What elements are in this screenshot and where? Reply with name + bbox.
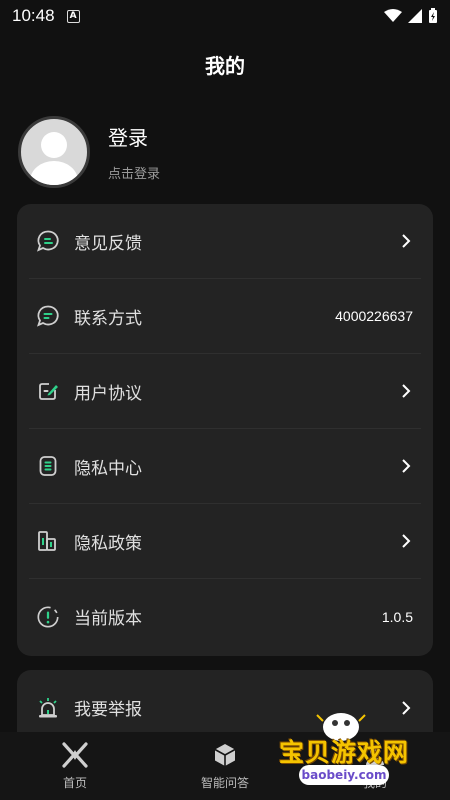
version-number: 1.0.5 [381,608,413,625]
login-subtitle[interactable]: 点击登录 [108,163,160,182]
cube-icon [214,743,236,766]
feedback-chat-icon [36,229,60,253]
chevron-right-icon [399,384,413,398]
profile-icon [366,745,384,765]
default-avatar-icon [30,132,78,185]
profile-header[interactable]: 登录 点击登录 [18,116,160,188]
nav-item-smart-qa[interactable]: 智能问答 [170,742,280,791]
home-logo-icon [62,741,88,768]
alarm-siren-icon [36,696,60,720]
notification-icon: A [66,9,80,23]
signal-icon [408,9,422,23]
chevron-right-icon [399,534,413,548]
page-title: 我的 [205,54,245,78]
menu-item-privacy-policy[interactable]: 隐私政策 [29,504,421,579]
menu-label-report: 我要举报 [74,700,142,720]
status-time: 10:48 [12,6,55,25]
menu-label-version: 当前版本 [74,609,142,629]
chevron-right-icon [399,700,413,715]
menu-item-user-agreement[interactable]: 用户协议 [29,354,421,429]
status-bar: 10:48 A [0,0,450,32]
menu-label-privacy-center: 隐私中心 [74,458,142,479]
chevron-right-icon [399,234,413,248]
nav-item-mine[interactable]: 我的 [320,742,430,791]
menu-label-contact: 联系方式 [74,308,142,329]
nav-label-mine: 我的 [362,775,387,790]
chevron-right-icon [399,459,413,473]
policy-building-icon [36,529,60,553]
login-title[interactable]: 登录 [108,122,160,151]
status-icons [384,8,438,24]
nav-label-smart-qa: 智能问答 [200,775,249,790]
battery-icon [429,8,437,23]
chat-bubble-icon [36,304,60,328]
edit-document-icon [36,379,60,403]
menu-item-contact[interactable]: 联系方式 4000226637 [29,279,421,354]
menu-label-user-agreement: 用户协议 [74,383,142,404]
menu-label-feedback: 意见反馈 [74,233,142,254]
nav-item-home[interactable]: 首页 [20,741,130,791]
menu-item-version[interactable]: 当前版本 1.0.5 [29,579,421,654]
menu-label-privacy-policy: 隐私政策 [74,533,142,554]
bottom-nav: 首页 智能问答 我的 [0,732,450,800]
info-alert-icon [36,605,60,629]
avatar[interactable] [18,116,90,188]
privacy-list-icon [36,454,60,478]
settings-card: 意见反馈 联系方式 4000226637 用户协议 隐私中心 隐私政策 当前版本… [17,204,433,656]
menu-item-feedback[interactable]: 意见反馈 [29,204,421,279]
menu-item-privacy-center[interactable]: 隐私中心 [29,429,421,504]
nav-label-home: 首页 [62,775,87,790]
wifi-icon [384,9,402,22]
contact-phone[interactable]: 4000226637 [335,308,413,324]
